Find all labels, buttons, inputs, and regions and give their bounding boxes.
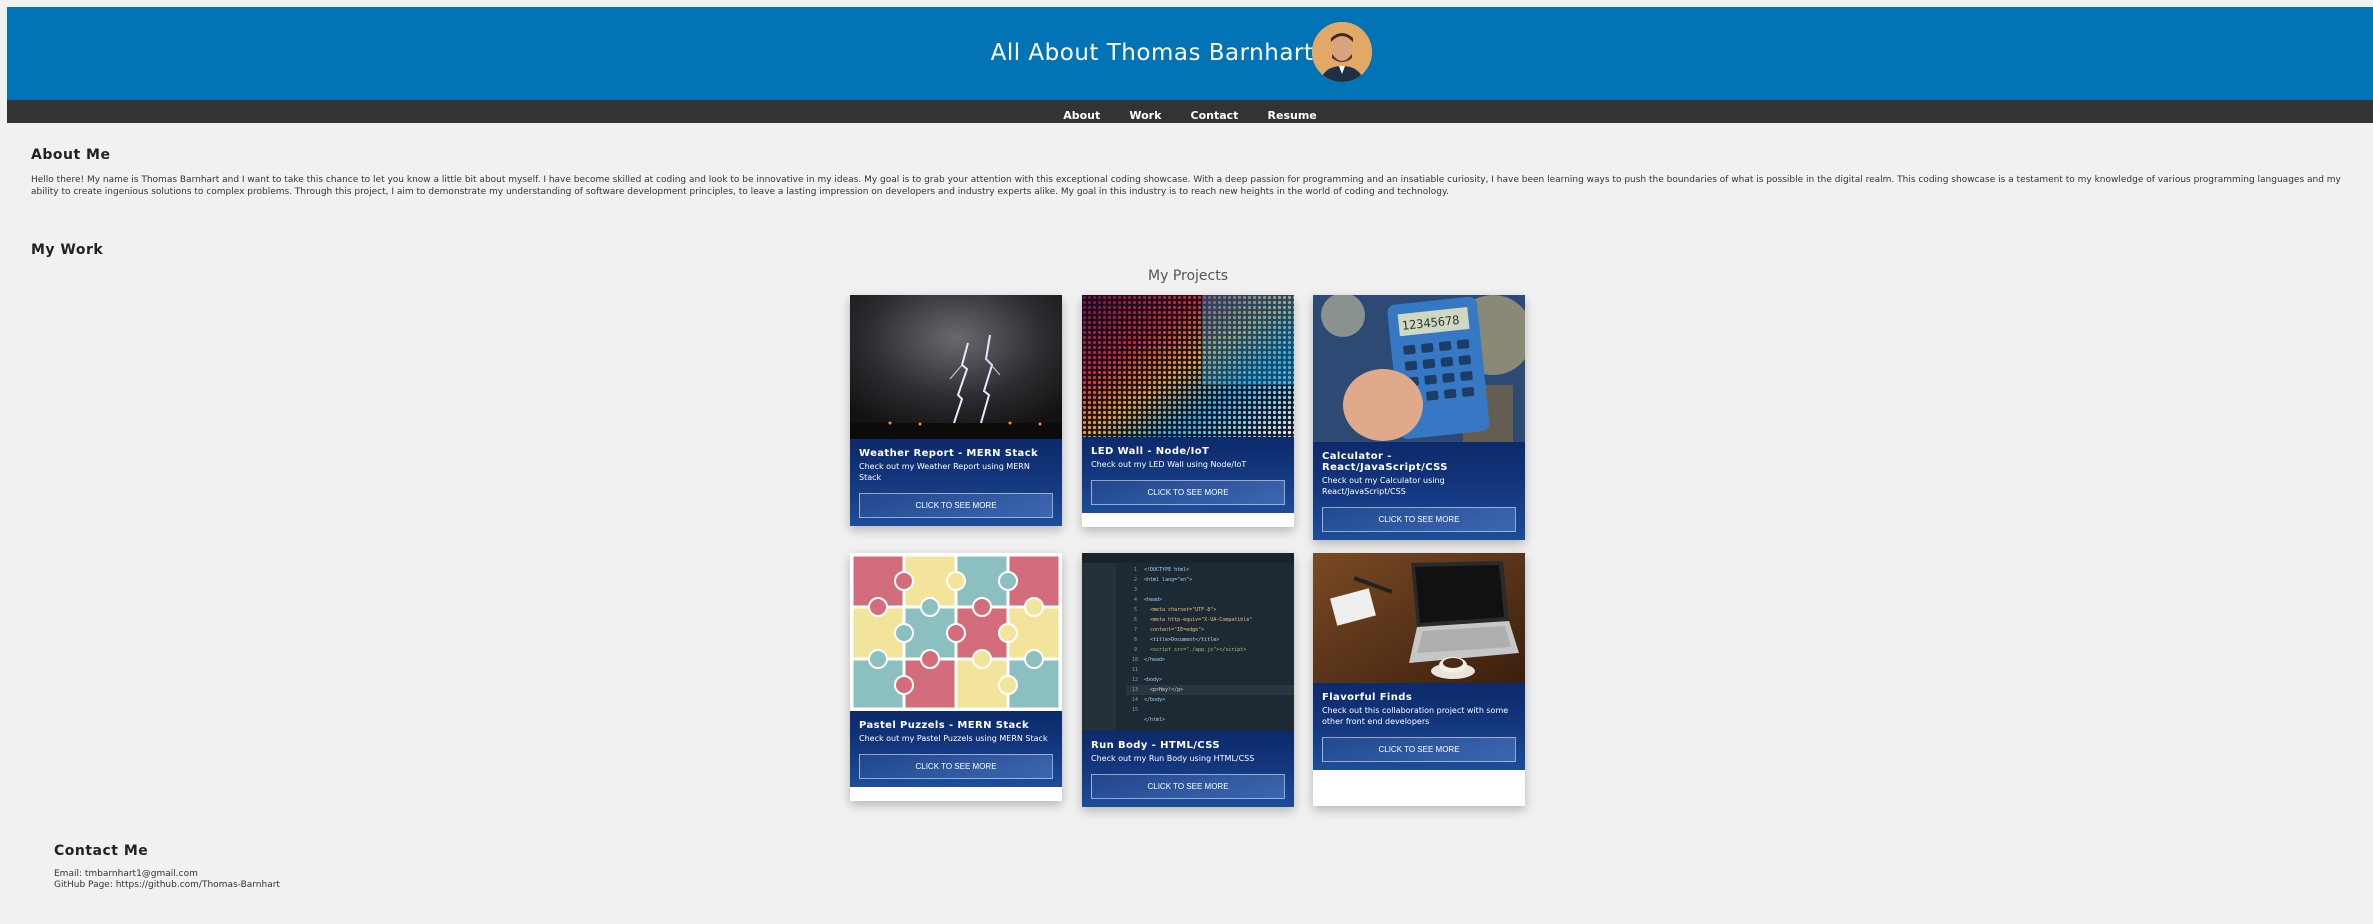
card-body: Pastel Puzzels - MERN Stack Check out my… bbox=[850, 711, 1062, 787]
card-description: Check out my Run Body using HTML/CSS bbox=[1091, 754, 1255, 763]
see-more-button[interactable]: CLICK TO SEE MORE bbox=[859, 493, 1053, 518]
main-nav: About Work Contact Resume bbox=[7, 100, 2373, 123]
card-description: Check out this collaboration project wit… bbox=[1322, 706, 1509, 726]
led-wall-image bbox=[1082, 295, 1294, 437]
card-title: Weather Report - MERN Stack bbox=[859, 448, 1039, 459]
card-body: Calculator - React/JavaScript/CSS Check … bbox=[1313, 442, 1525, 540]
card-description: Check out my Calculator using React/Java… bbox=[1322, 476, 1445, 496]
lightning-storm-image bbox=[850, 295, 1062, 439]
project-card-led-wall: LED Wall - Node/IoT Check out my LED Wal… bbox=[1082, 295, 1294, 527]
see-more-button[interactable]: CLICK TO SEE MORE bbox=[859, 754, 1053, 779]
svg-text:<script src="./app.js"></scrip: <script src="./app.js"></script> bbox=[1150, 647, 1246, 653]
about-heading: About Me bbox=[31, 147, 111, 163]
svg-text:<meta charset="UTF-8">: <meta charset="UTF-8"> bbox=[1150, 607, 1216, 613]
card-title: Flavorful Finds bbox=[1322, 692, 1413, 703]
svg-text:5: 5 bbox=[1134, 607, 1137, 613]
card-body: Flavorful Finds Check out this collabora… bbox=[1313, 683, 1525, 770]
see-more-button[interactable]: CLICK TO SEE MORE bbox=[1091, 480, 1285, 505]
see-more-button[interactable]: CLICK TO SEE MORE bbox=[1322, 507, 1516, 532]
code-editor-image: 123 456 789 10 11 12 13 14 15 <!DOCTYPE html… bbox=[1082, 553, 1294, 731]
svg-text:</head>: </head> bbox=[1144, 657, 1165, 663]
svg-text:12: 12 bbox=[1132, 677, 1138, 683]
nav-work-link[interactable]: Work bbox=[1129, 109, 1161, 122]
svg-text:<head>: <head> bbox=[1144, 597, 1162, 603]
project-card-run-body: 123 456 789 10 11 12 13 14 15 <!DOCTYPE html… bbox=[1082, 553, 1294, 807]
card-body: Weather Report - MERN Stack Check out my… bbox=[850, 439, 1062, 526]
contact-github: GitHub Page: https://github.com/Thomas-B… bbox=[54, 880, 280, 890]
laptop-coffee-image bbox=[1313, 553, 1525, 683]
svg-text:7: 7 bbox=[1134, 627, 1137, 633]
svg-text:</html>: </html> bbox=[1144, 717, 1165, 723]
svg-text:<!DOCTYPE html>: <!DOCTYPE html> bbox=[1144, 567, 1189, 573]
svg-text:1: 1 bbox=[1134, 567, 1137, 573]
see-more-button[interactable]: CLICK TO SEE MORE bbox=[1322, 737, 1516, 762]
project-card-flavorful-finds: Flavorful Finds Check out this collabora… bbox=[1313, 553, 1525, 806]
project-card-pastel-puzzels: Pastel Puzzels - MERN Stack Check out my… bbox=[850, 553, 1062, 801]
card-title: Pastel Puzzels - MERN Stack bbox=[859, 720, 1030, 731]
svg-text:3: 3 bbox=[1134, 587, 1137, 593]
card-body: Run Body - HTML/CSS Check out my Run Bod… bbox=[1082, 731, 1294, 807]
puzzle-pieces-image bbox=[850, 553, 1062, 711]
svg-text:6: 6 bbox=[1134, 617, 1137, 623]
svg-text:<title>Document</title>: <title>Document</title> bbox=[1150, 637, 1219, 643]
see-more-button[interactable]: CLICK TO SEE MORE bbox=[1091, 774, 1285, 799]
card-title: Run Body - HTML/CSS bbox=[1091, 740, 1220, 751]
card-description: Check out my LED Wall using Node/IoT bbox=[1091, 460, 1247, 469]
project-card-calculator: 12345678 Calculator - React/JavaScript/C… bbox=[1313, 295, 1525, 540]
svg-text:4: 4 bbox=[1134, 597, 1137, 603]
calculator-image: 12345678 bbox=[1313, 295, 1525, 442]
svg-text:content="IE=edge">: content="IE=edge"> bbox=[1150, 627, 1204, 633]
card-description: Check out my Pastel Puzzels using MERN S… bbox=[859, 734, 1048, 743]
svg-text:<meta http-equiv="X-UA-Compati: <meta http-equiv="X-UA-Compatible" bbox=[1150, 617, 1252, 623]
nav-resume-link[interactable]: Resume bbox=[1268, 109, 1317, 122]
page-title: All About Thomas Barnhart bbox=[990, 40, 1314, 66]
work-heading: My Work bbox=[31, 242, 104, 258]
contact-email: Email: tmbarnhart1@gmail.com bbox=[54, 869, 198, 879]
card-title: Calculator - React/JavaScript/CSS bbox=[1322, 451, 1448, 473]
nav-about-link[interactable]: About bbox=[1063, 109, 1100, 122]
svg-text:8: 8 bbox=[1134, 637, 1137, 643]
svg-text:9: 9 bbox=[1134, 647, 1137, 653]
project-card-weather: Weather Report - MERN Stack Check out my… bbox=[850, 295, 1062, 526]
svg-text:<html lang="en">: <html lang="en"> bbox=[1144, 577, 1192, 583]
svg-text:</body>: </body> bbox=[1144, 697, 1165, 703]
nav-contact-link[interactable]: Contact bbox=[1191, 109, 1239, 122]
svg-text:2: 2 bbox=[1134, 577, 1137, 583]
contact-heading: Contact Me bbox=[54, 843, 149, 859]
svg-text:<body>: <body> bbox=[1144, 677, 1162, 683]
card-body: LED Wall - Node/IoT Check out my LED Wal… bbox=[1082, 437, 1294, 513]
about-text: Hello there! My name is Thomas Barnhart … bbox=[31, 175, 2341, 197]
svg-text:10: 10 bbox=[1132, 657, 1138, 663]
avatar bbox=[1312, 22, 1372, 82]
card-description: Check out my Weather Report using MERN S… bbox=[859, 462, 1030, 482]
site-header: All About Thomas Barnhart bbox=[7, 7, 2373, 100]
card-title: LED Wall - Node/IoT bbox=[1091, 446, 1210, 457]
svg-text:11: 11 bbox=[1132, 667, 1138, 673]
svg-text:15: 15 bbox=[1132, 707, 1138, 713]
svg-text:14: 14 bbox=[1132, 697, 1138, 703]
projects-title: My Projects bbox=[1148, 268, 1229, 284]
